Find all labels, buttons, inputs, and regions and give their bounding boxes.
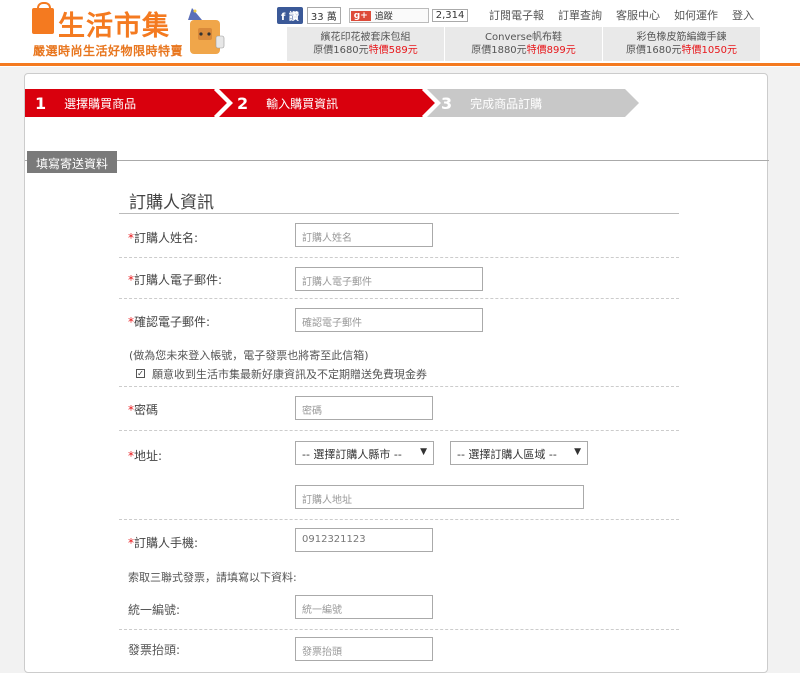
- form-subtitle: 訂購人資訊: [129, 193, 214, 213]
- name-label: *訂購人姓名:: [128, 231, 199, 245]
- chevron-down-icon: ▼: [574, 447, 581, 457]
- row-divider: [119, 386, 679, 387]
- top-link-order-query[interactable]: 訂單查詢: [558, 7, 602, 23]
- tax-id-label: 統一編號:: [128, 603, 181, 617]
- deal-original-price: 原價1680元: [313, 45, 369, 56]
- step-number: 3: [441, 93, 453, 113]
- site-slogan: 嚴選時尚生活好物限時特賣: [33, 44, 184, 58]
- invoice-note: 索取三聯式發票，請填寫以下資料:: [128, 571, 297, 584]
- invoice-title-input[interactable]: 發票抬頭: [295, 637, 433, 661]
- top-nav-links: 訂閱電子報 訂單查詢 客服中心 如何運作 登入: [489, 7, 768, 23]
- social-buttons: f 讚 33 萬 g+ 追蹤 2,314: [277, 7, 469, 24]
- address-input[interactable]: 訂購人地址: [295, 485, 584, 509]
- row-divider: [119, 257, 679, 258]
- step-number: 2: [237, 93, 249, 113]
- deal-original-price: 原價1880元: [471, 45, 527, 56]
- confirm-email-label: *確認電子郵件:: [128, 315, 211, 329]
- checkout-panel: 1 選擇購買商品 2 輸入購買資訊 3 完成商品訂購 填寫寄送資料 訂購人資訊 …: [24, 73, 769, 673]
- deal-name: 彩色橡皮筋編織手鍊: [636, 32, 727, 43]
- password-label: *密碼: [128, 403, 159, 417]
- deal-original-price: 原價1680元: [626, 45, 682, 56]
- deal-name: Converse帆布鞋: [485, 32, 562, 43]
- top-link-newsletter[interactable]: 訂閱電子報: [489, 7, 544, 23]
- facebook-like-button[interactable]: f 讚: [277, 7, 303, 24]
- site-header: 生活市集 嚴選時尚生活好物限時特賣 f 讚 33 萬 g+ 追蹤 2,314 訂閱…: [0, 0, 800, 67]
- facebook-like-count: 33 萬: [306, 7, 341, 24]
- checkout-steps: 1 選擇購買商品 2 輸入購買資訊 3 完成商品訂購: [25, 89, 769, 117]
- newsletter-checkbox[interactable]: ✓: [136, 369, 145, 378]
- mobile-label: *訂購人手機:: [128, 536, 199, 550]
- step-3: 3 完成商品訂購: [441, 89, 542, 117]
- featured-deals-bar: 繽花印花被套床包組 原價1680元特價589元 Converse帆布鞋 原價18…: [287, 27, 760, 61]
- row-divider: [119, 298, 679, 299]
- deal-sale-price: 特價1050元: [681, 45, 737, 56]
- tax-id-input[interactable]: 統一編號: [295, 595, 433, 619]
- section-divider: [25, 160, 769, 161]
- deal-item[interactable]: Converse帆布鞋 原價1880元特價899元: [445, 27, 603, 61]
- email-label: *訂購人電子郵件:: [128, 273, 223, 287]
- newsletter-checkbox-label: 願意收到生活市集最新好康資訊及不定期贈送免費現金券: [152, 368, 427, 381]
- email-input[interactable]: 訂購人電子郵件: [295, 267, 483, 291]
- invoice-title-label: 發票抬頭:: [128, 643, 181, 657]
- step-2: 2 輸入購買資訊: [237, 89, 338, 117]
- row-divider: [119, 519, 679, 520]
- city-select[interactable]: -- 選擇訂購人縣市 -- ▼: [295, 441, 434, 465]
- district-select[interactable]: -- 選擇訂購人區域 -- ▼: [450, 441, 588, 465]
- gplus-follow-count: 2,314: [431, 9, 469, 22]
- address-label: *地址:: [128, 449, 163, 463]
- deal-item[interactable]: 繽花印花被套床包組 原價1680元特價589元: [287, 27, 445, 61]
- email-note: (做為您未來登入帳號，電子發票也將寄至此信箱): [129, 349, 369, 362]
- confirm-email-input[interactable]: 確認電子郵件: [295, 308, 483, 332]
- step-label: 輸入購買資訊: [266, 96, 339, 111]
- row-divider: [119, 629, 679, 630]
- site-logo-title[interactable]: 生活市集: [58, 4, 170, 43]
- gplus-follow-button[interactable]: g+ 追蹤: [348, 8, 429, 23]
- section-tag: 填寫寄送資料: [27, 151, 118, 173]
- header-divider: [0, 63, 800, 66]
- mascot-icon: [188, 8, 225, 54]
- mobile-input[interactable]: 0912321123: [295, 528, 433, 552]
- name-input[interactable]: 訂購人姓名: [295, 223, 433, 247]
- deal-item[interactable]: 彩色橡皮筋編織手鍊 原價1680元特價1050元: [603, 27, 760, 61]
- step-number: 1: [35, 93, 47, 113]
- shopping-bag-logo-icon[interactable]: [32, 2, 54, 34]
- row-divider: [119, 430, 679, 431]
- steps-background: [25, 89, 639, 117]
- step-label: 選擇購買商品: [64, 96, 137, 111]
- deal-name: 繽花印花被套床包組: [320, 32, 411, 43]
- subtitle-divider: [119, 213, 679, 214]
- deal-sale-price: 特價589元: [368, 45, 418, 56]
- top-link-customer-service[interactable]: 客服中心: [616, 7, 660, 23]
- step-1: 1 選擇購買商品: [35, 89, 136, 117]
- step-label: 完成商品訂購: [470, 96, 543, 111]
- password-input[interactable]: 密碼: [295, 396, 433, 420]
- top-link-how-it-works[interactable]: 如何運作: [674, 7, 718, 23]
- deal-sale-price: 特價899元: [526, 45, 576, 56]
- chevron-down-icon: ▼: [420, 447, 427, 457]
- top-link-login[interactable]: 登入: [732, 7, 754, 23]
